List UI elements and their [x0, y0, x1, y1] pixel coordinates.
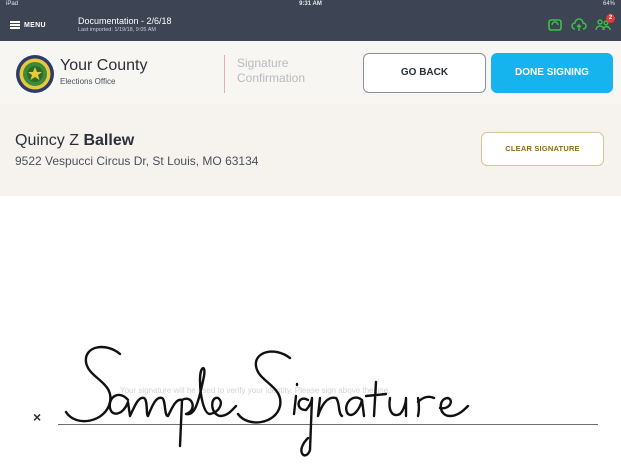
document-title: Documentation - 2/6/18 Last imported: 1/… [78, 16, 172, 33]
menu-button[interactable]: MENU [10, 17, 46, 33]
notification-badge: 2 [606, 14, 615, 23]
page-title: Signature Confirmation [237, 56, 347, 86]
header-divider [224, 55, 225, 93]
done-signing-button[interactable]: DONE SIGNING [491, 53, 613, 93]
status-bar: iPad 9:31 AM 64% [0, 0, 621, 9]
sync-icon[interactable] [547, 18, 563, 32]
voter-last-name: Ballew [83, 132, 135, 149]
cloud-upload-icon[interactable] [571, 18, 587, 32]
page-header: Your County Elections Office Signature C… [0, 41, 621, 104]
menu-label: MENU [24, 21, 46, 29]
county-name: Your County [60, 57, 148, 74]
last-imported-text: Last imported: 1/19/18, 9:05 AM [78, 27, 156, 33]
handwritten-signature [64, 345, 470, 457]
voter-info: Quincy Z Ballew 9522 Vespucci Circus Dr,… [0, 104, 621, 196]
go-back-button[interactable]: GO BACK [363, 53, 486, 93]
voter-first-middle: Quincy Z [15, 132, 80, 149]
signature-pad[interactable]: Your signature will be used to verify yo… [0, 196, 621, 464]
voter-address: 9522 Vespucci Circus Dr, St Louis, MO 63… [15, 154, 259, 168]
clock: 9:31 AM [299, 1, 322, 7]
clear-signature-button[interactable]: CLEAR SIGNATURE [481, 132, 604, 166]
voter-name: Quincy Z Ballew [15, 132, 134, 150]
battery-label: 64% [602, 1, 615, 7]
page-title-line2: Confirmation [237, 71, 306, 85]
page-title-line1: Signature [237, 56, 289, 70]
document-title-text: Documentation - 2/6/18 [78, 16, 172, 26]
signature-x-mark: × [33, 409, 42, 425]
top-navbar: MENU Documentation - 2/6/18 Last importe… [0, 9, 621, 41]
office-name: Elections Office [60, 77, 116, 86]
people-button[interactable]: 2 [595, 14, 615, 32]
hamburger-icon [10, 21, 20, 29]
county-seal-logo [16, 55, 54, 93]
nav-icons: 2 [547, 14, 615, 32]
